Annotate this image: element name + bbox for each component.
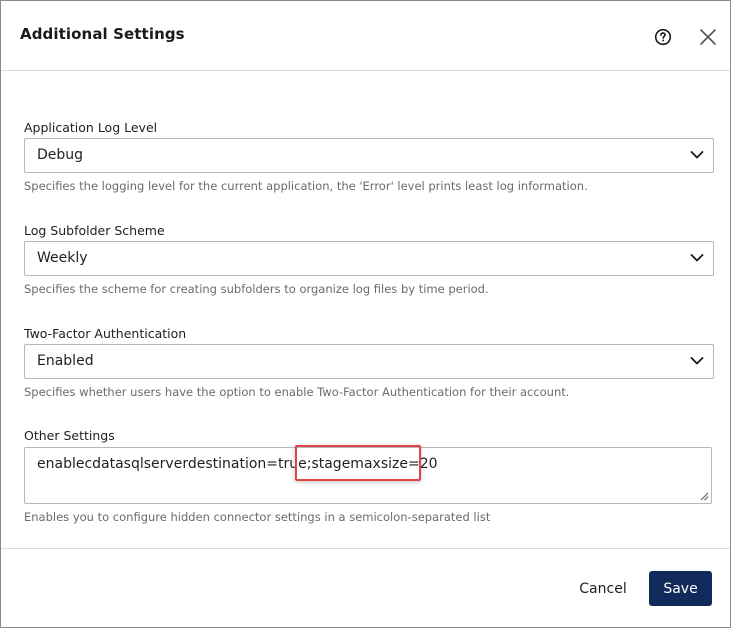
resize-handle-icon[interactable] (700, 492, 709, 501)
other-settings-help: Enables you to configure hidden connecto… (24, 510, 491, 524)
log-subfolder-value: Weekly (37, 250, 88, 266)
close-icon[interactable] (698, 27, 718, 47)
other-settings-label: Other Settings (24, 428, 115, 443)
log-level-label: Application Log Level (24, 120, 158, 135)
chevron-down-icon (690, 254, 704, 262)
dialog-title: Additional Settings (20, 25, 185, 43)
save-button[interactable]: Save (649, 571, 712, 606)
log-level-value: Debug (37, 147, 84, 163)
two-factor-label: Two-Factor Authentication (24, 326, 187, 341)
two-factor-help: Specifies whether users have the option … (24, 385, 570, 399)
two-factor-select[interactable]: Enabled (24, 344, 714, 379)
cancel-button[interactable]: Cancel (571, 571, 635, 606)
other-settings-textarea[interactable]: enablecdatasqlserverdestination=true;sta… (24, 447, 712, 504)
help-circle-icon[interactable] (654, 28, 672, 46)
chevron-down-icon (690, 151, 704, 159)
log-subfolder-help: Specifies the scheme for creating subfol… (24, 282, 489, 296)
log-subfolder-select[interactable]: Weekly (24, 241, 714, 276)
additional-settings-dialog: Additional Settings Application Log Leve… (0, 0, 731, 628)
dialog-header: Additional Settings (1, 1, 730, 71)
two-factor-value: Enabled (37, 353, 94, 369)
log-subfolder-label: Log Subfolder Scheme (24, 223, 165, 238)
other-settings-value: enablecdatasqlserverdestination=true;sta… (37, 456, 438, 472)
log-level-select[interactable]: Debug (24, 138, 714, 173)
log-level-help: Specifies the logging level for the curr… (24, 179, 588, 193)
footer-divider (1, 548, 730, 549)
chevron-down-icon (690, 357, 704, 365)
